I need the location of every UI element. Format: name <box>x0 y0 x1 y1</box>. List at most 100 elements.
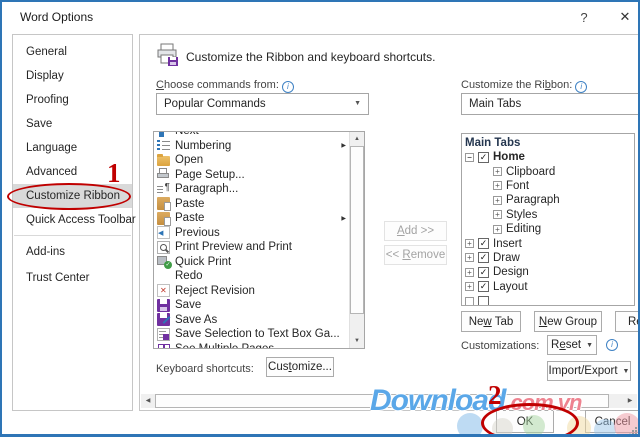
resize-grip[interactable] <box>628 426 638 434</box>
step1-number-annotation: 1 <box>107 158 121 188</box>
expand-icon[interactable]: + <box>493 224 502 234</box>
new-group-button[interactable]: New Group <box>534 311 602 332</box>
customize-ribbon-value: Main Tabs <box>469 98 522 110</box>
tree-node-partial[interactable] <box>465 294 634 305</box>
tree-node-layout[interactable]: + ✓ Layout <box>465 280 634 294</box>
paste-icon <box>157 197 171 212</box>
scroll-left-icon[interactable]: ◀ <box>141 394 155 408</box>
new-tab-button[interactable]: New Tab <box>461 311 521 332</box>
list-item[interactable]: Numbering ▶ <box>154 139 348 154</box>
list-item[interactable]: Save As <box>154 313 348 328</box>
sidebar-item-general[interactable]: General <box>13 40 132 64</box>
word-options-dialog: Word Options ? ✕ General Display Proofin… <box>0 0 640 437</box>
scrollbar-thumb[interactable] <box>155 394 609 408</box>
tree-node-clipboard[interactable]: + Clipboard <box>465 164 634 178</box>
dialog-title: Word Options <box>20 10 94 24</box>
commands-scrollbar[interactable]: ▲ ▼ <box>349 132 364 348</box>
expand-icon[interactable]: + <box>493 195 502 205</box>
sidebar-item-proofing[interactable]: Proofing <box>13 88 132 112</box>
expand-icon[interactable]: + <box>493 210 502 220</box>
tree-node-design[interactable]: + ✓ Design <box>465 265 634 279</box>
list-item[interactable]: Print Preview and Print <box>154 240 348 255</box>
remove-button[interactable]: << Remove <box>384 245 447 265</box>
list-item[interactable]: Page Setup... <box>154 168 348 183</box>
tree-node-font[interactable]: + Font <box>465 179 634 193</box>
sidebar-item-trust-center[interactable]: Trust Center <box>13 265 132 291</box>
expand-icon[interactable]: + <box>465 253 474 263</box>
previous-icon <box>157 226 170 240</box>
rename-button[interactable]: Re <box>615 311 638 332</box>
page-setup-icon <box>157 168 170 181</box>
expand-icon[interactable]: + <box>465 239 474 249</box>
tree-node-insert[interactable]: + ✓ Insert <box>465 236 634 250</box>
collapse-icon[interactable]: − <box>465 152 474 162</box>
paragraph-icon <box>157 182 170 196</box>
sidebar-item-display[interactable]: Display <box>13 64 132 88</box>
list-item[interactable]: Paragraph... <box>154 182 348 197</box>
ribbon-tree: Main Tabs − ✓ Home + Clipboard + Font + Par… <box>461 133 635 306</box>
choose-commands-value: Popular Commands <box>164 98 266 110</box>
expand-icon[interactable]: + <box>493 167 502 177</box>
choose-commands-dropdown[interactable]: Popular Commands ▼ <box>156 93 369 115</box>
list-item[interactable]: Redo <box>154 269 348 284</box>
list-item[interactable]: Save <box>154 298 348 313</box>
info-icon: i <box>575 81 588 93</box>
list-item[interactable]: Open <box>154 153 348 168</box>
tree-node-draw[interactable]: + ✓ Draw <box>465 251 634 265</box>
ok-button[interactable]: OK <box>496 410 554 433</box>
open-folder-icon <box>157 154 170 167</box>
expand-icon[interactable]: + <box>465 282 474 292</box>
checkbox-icon[interactable] <box>478 295 489 305</box>
tree-node-home[interactable]: − ✓ Home <box>465 150 634 164</box>
quick-print-icon <box>157 255 172 270</box>
import-export-button[interactable]: Import/Export ▼ <box>547 361 631 381</box>
panel-horizontal-scrollbar[interactable]: ◀ ▶ <box>141 394 637 408</box>
expand-icon[interactable]: + <box>465 267 474 277</box>
list-item[interactable]: Previous <box>154 226 348 241</box>
close-icon[interactable]: ✕ <box>612 7 638 27</box>
list-item[interactable]: Save Selection to Text Box Ga... <box>154 327 348 342</box>
list-item[interactable]: Next <box>154 132 348 139</box>
list-item[interactable]: See Multiple Pages <box>154 342 348 348</box>
sidebar-item-quick-access-toolbar[interactable]: Quick Access Toolbar <box>13 208 136 232</box>
checkbox-checked-icon[interactable]: ✓ <box>478 266 489 278</box>
tree-header: Main Tabs <box>465 137 521 149</box>
commands-rows: Next Numbering▶ Open Page Setup... Parag… <box>154 132 348 348</box>
reset-button[interactable]: Reset ▼ <box>547 335 597 355</box>
checkbox-checked-icon[interactable]: ✓ <box>478 281 489 293</box>
watermark-dot <box>457 413 483 434</box>
customize-ribbon-dropdown[interactable]: Main Tabs <box>461 93 638 115</box>
redo-icon <box>157 270 170 283</box>
tree-node-editing[interactable]: + Editing <box>465 222 634 236</box>
keyboard-customize-button[interactable]: Customize... <box>266 357 334 377</box>
list-item[interactable]: Quick Print <box>154 255 348 270</box>
checkbox-checked-icon[interactable]: ✓ <box>478 151 489 163</box>
customize-ribbon-panel: Customize the Ribbon and keyboard shortc… <box>139 34 638 411</box>
options-sidebar: General Display Proofing Save Language A… <box>12 34 136 411</box>
reject-revision-icon <box>157 284 170 298</box>
scroll-right-icon[interactable]: ▶ <box>623 394 637 408</box>
tree-node-styles[interactable]: + Styles <box>465 208 634 222</box>
scrollbar-thumb[interactable] <box>350 146 364 314</box>
expand-icon[interactable] <box>465 296 474 305</box>
list-item[interactable]: Paste ▶ <box>154 211 348 226</box>
info-icon: i <box>281 81 294 93</box>
sidebar-item-language[interactable]: Language <box>13 136 132 160</box>
scroll-down-icon[interactable]: ▼ <box>350 334 364 348</box>
commands-list: Next Numbering▶ Open Page Setup... Parag… <box>153 131 365 349</box>
checkbox-checked-icon[interactable]: ✓ <box>478 238 489 250</box>
list-item[interactable]: Paste <box>154 197 348 212</box>
sidebar-item-save[interactable]: Save <box>13 112 132 136</box>
save-icon <box>157 298 170 312</box>
customize-ribbon-icon <box>155 42 181 73</box>
add-button[interactable]: Add >> <box>384 221 447 241</box>
paste-icon <box>157 211 171 226</box>
checkbox-checked-icon[interactable]: ✓ <box>478 252 489 264</box>
scroll-up-icon[interactable]: ▲ <box>350 132 364 146</box>
sidebar-item-add-ins[interactable]: Add-ins <box>13 239 132 265</box>
list-item[interactable]: Reject Revision <box>154 284 348 299</box>
expand-icon[interactable]: + <box>493 181 502 191</box>
customize-ribbon-label: Customize the Ribbon: i <box>461 79 588 93</box>
tree-node-paragraph[interactable]: + Paragraph <box>465 193 634 207</box>
help-icon[interactable]: ? <box>572 8 596 27</box>
